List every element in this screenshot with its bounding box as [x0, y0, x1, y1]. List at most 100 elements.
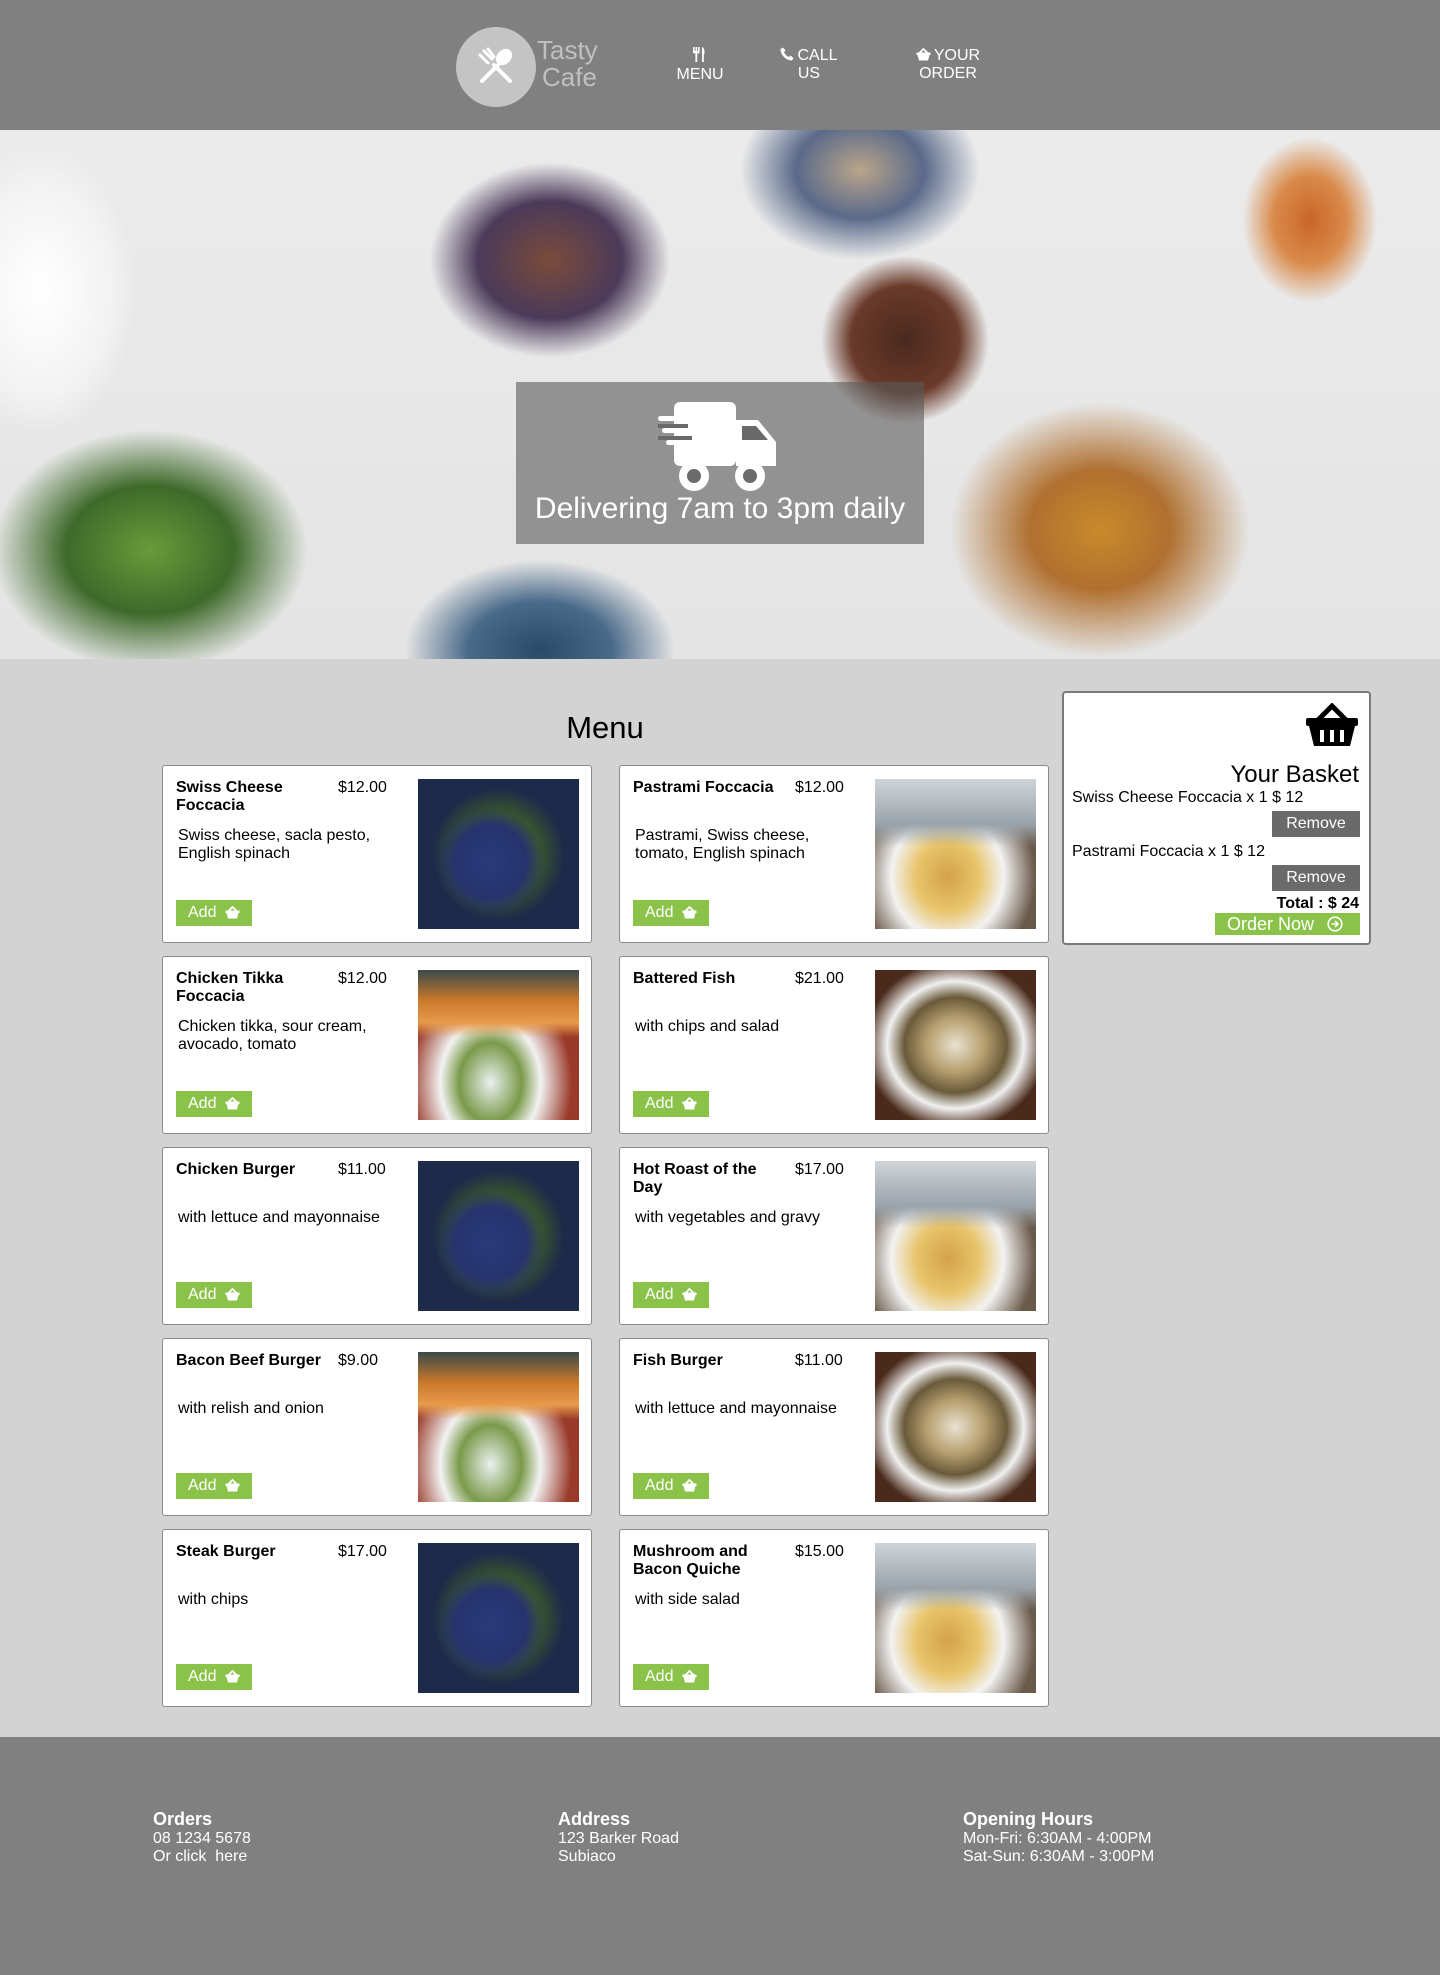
menu-item-description: with chips and salad	[635, 1018, 780, 1035]
add-to-basket-button[interactable]: Add	[176, 1473, 252, 1499]
menu-item-card: Swiss Cheese Foccacia $12.00 Swiss cheese,…	[162, 765, 592, 943]
menu-item-price: $12.00	[338, 779, 387, 796]
menu-item-description: Chicken tikka, sour cream, avocado, toma…	[178, 1018, 367, 1053]
basket-total: Total : $ 24	[1276, 895, 1359, 912]
add-label: Add	[645, 1477, 674, 1494]
site-footer: Orders 08 1234 5678 Or click here Addres…	[0, 1737, 1440, 1975]
utensils-icon	[692, 47, 705, 62]
delivery-text: Delivering 7am to 3pm daily	[534, 492, 906, 525]
footer-orders-heading: Orders	[153, 1809, 213, 1829]
add-label: Add	[645, 1286, 674, 1303]
basket-line-item: Swiss Cheese Foccacia x 1 $ 12	[1072, 789, 1304, 806]
menu-item-name: Steak Burger	[176, 1543, 276, 1560]
basket-icon	[682, 1670, 697, 1683]
basket-icon	[225, 1288, 240, 1301]
pasta-bowl-photo	[875, 970, 1036, 1120]
remove-button[interactable]: Remove	[1272, 865, 1360, 891]
add-label: Add	[188, 1286, 217, 1303]
add-label: Add	[188, 1668, 217, 1685]
footer-phone[interactable]: 08 1234 5678	[153, 1830, 251, 1848]
basket-title: Your Basket	[1230, 761, 1359, 788]
plated-meal-photo	[875, 779, 1036, 929]
hero-banner: Delivering 7am to 3pm daily	[0, 130, 1440, 659]
add-to-basket-button[interactable]: Add	[633, 900, 709, 926]
footer-address: Address 123 Barker Road Subiaco	[558, 1809, 679, 1866]
footer-hours: Opening Hours Mon-Fri: 6:30AM - 4:00PM S…	[963, 1809, 1154, 1866]
pasta-bowl-photo	[875, 1352, 1036, 1502]
menu-item-card: Steak Burger $17.00 with chips Add	[162, 1529, 592, 1707]
add-to-basket-button[interactable]: Add	[176, 900, 252, 926]
nav-menu-label: MENU	[676, 66, 724, 83]
menu-item-description: with vegetables and gravy	[635, 1209, 820, 1226]
add-label: Add	[188, 1095, 217, 1112]
nav-order-label-1: YOUR	[933, 47, 981, 64]
shopping-basket-icon	[1306, 703, 1358, 746]
menu-item-name: Mushroom and Bacon Quiche	[633, 1543, 748, 1578]
basket-icon	[682, 1479, 697, 1492]
logo-badge[interactable]	[456, 27, 536, 107]
menu-item-description: Swiss cheese, sacla pesto, English spina…	[178, 827, 371, 862]
add-label: Add	[188, 1477, 217, 1494]
menu-item-price: $21.00	[795, 970, 844, 987]
footer-click-here-link[interactable]: Or click here	[153, 1848, 251, 1866]
footer-hours-weekday: Mon-Fri: 6:30AM - 4:00PM	[963, 1830, 1152, 1847]
menu-item-description: with relish and onion	[178, 1400, 324, 1417]
add-label: Add	[188, 904, 217, 921]
menu-item-price: $11.00	[795, 1352, 843, 1369]
menu-item-description: with side salad	[635, 1591, 740, 1608]
nav-your-order[interactable]: YOUR ORDER	[912, 47, 984, 83]
add-label: Add	[645, 1668, 674, 1685]
menu-item-price: $9.00	[338, 1352, 379, 1369]
remove-button[interactable]: Remove	[1272, 811, 1360, 837]
truck-icon	[658, 402, 776, 491]
nav-menu[interactable]: MENU	[676, 47, 724, 84]
add-to-basket-button[interactable]: Add	[633, 1473, 709, 1499]
basket-panel: Your Basket Swiss Cheese Foccacia x 1 $ …	[1062, 691, 1371, 945]
sushi-edamame-photo	[418, 1352, 579, 1502]
footer-orders: Orders 08 1234 5678 Or click here	[153, 1809, 251, 1866]
add-to-basket-button[interactable]: Add	[633, 1091, 709, 1117]
add-to-basket-button[interactable]: Add	[176, 1091, 252, 1117]
delivery-banner: Delivering 7am to 3pm daily	[516, 382, 924, 544]
menu-item-name: Chicken Burger	[176, 1161, 296, 1178]
basket-icon	[225, 1479, 240, 1492]
footer-address-line2: Subiaco	[558, 1848, 616, 1865]
menu-item-name: Chicken Tikka Foccacia	[176, 970, 284, 1005]
footer-address-heading: Address	[558, 1809, 631, 1829]
menu-item-price: $12.00	[795, 779, 844, 796]
menu-item-description: with chips	[178, 1591, 249, 1608]
nav-call-label-2: US	[797, 65, 821, 82]
footer-hours-heading: Opening Hours	[963, 1809, 1093, 1829]
menu-item-price: $11.00	[338, 1161, 386, 1178]
basket-line-item: Pastrami Foccacia x 1 $ 12	[1072, 843, 1265, 860]
menu-item-name: Battered Fish	[633, 970, 736, 987]
menu-item-card: Bacon Beef Burger $9.00 with relish and on…	[162, 1338, 592, 1516]
logo-text-line1: Tasty	[537, 35, 598, 65]
menu-title: Menu	[566, 710, 644, 745]
basket-icon	[225, 1097, 240, 1110]
fork-spoon-logo-icon	[478, 47, 513, 83]
footer-hours-weekend: Sat-Sun: 6:30AM - 3:00PM	[963, 1848, 1155, 1865]
menu-item-price: $12.00	[338, 970, 387, 987]
basket-icon	[916, 47, 931, 61]
plated-meal-photo	[875, 1543, 1036, 1693]
menu-item-card: Hot Roast of the Day $17.00 with vegetable…	[619, 1147, 1049, 1325]
add-label: Add	[645, 1095, 674, 1112]
menu-item-card: Battered Fish $21.00 with chips and salad A…	[619, 956, 1049, 1134]
order-now-label: Order Now	[1227, 914, 1315, 934]
menu-item-price: $15.00	[795, 1543, 844, 1560]
add-to-basket-button[interactable]: Add	[176, 1664, 252, 1690]
menu-item-price: $17.00	[338, 1543, 387, 1560]
order-now-button[interactable]: Order Now	[1215, 913, 1360, 935]
menu-item-name: Bacon Beef Burger	[176, 1352, 321, 1369]
add-to-basket-button[interactable]: Add	[633, 1664, 709, 1690]
menu-item-description: with lettuce and mayonnaise	[178, 1209, 380, 1226]
menu-item-card: Fish Burger $11.00 with lettuce and mayonn…	[619, 1338, 1049, 1516]
menu-item-price: $17.00	[795, 1161, 844, 1178]
basket-icon	[682, 1288, 697, 1301]
add-to-basket-button[interactable]: Add	[633, 1282, 709, 1308]
basket-icon	[682, 1097, 697, 1110]
logo-text-line2: Cafe	[542, 62, 597, 92]
nav-call-us[interactable]: CALL US	[778, 47, 840, 83]
add-to-basket-button[interactable]: Add	[176, 1282, 252, 1308]
